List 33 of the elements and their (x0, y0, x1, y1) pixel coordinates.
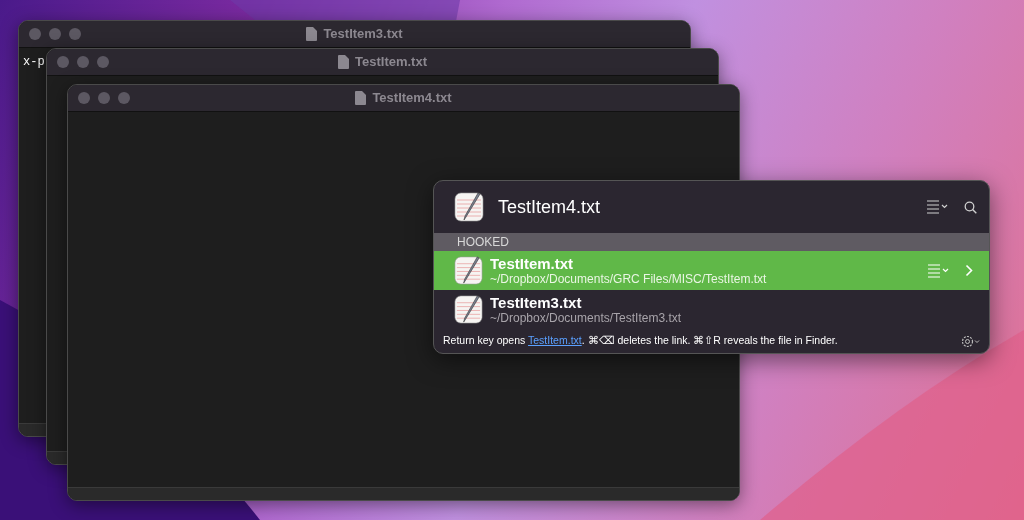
search-icon[interactable] (964, 200, 977, 214)
text-document-icon (454, 192, 484, 222)
window-title: TestItem4.txt (372, 89, 452, 108)
gear-icon[interactable] (961, 334, 981, 348)
minimize-button[interactable] (49, 28, 61, 40)
file-name: TestItem3.txt (490, 294, 583, 311)
list-menu-icon[interactable] (926, 200, 948, 214)
minimize-button[interactable] (98, 92, 110, 104)
terminal-text: x-p (22, 54, 46, 71)
document-icon (338, 55, 349, 69)
zoom-button[interactable] (97, 56, 109, 68)
popup-title: TestItem4.txt (498, 195, 602, 219)
list-menu-icon[interactable] (927, 263, 949, 278)
window-title: TestItem.txt (355, 53, 427, 72)
file-name: TestItem.txt (490, 255, 575, 272)
file-link[interactable]: TestItem.txt (528, 334, 582, 347)
chevron-right-icon[interactable] (965, 264, 973, 277)
close-button[interactable] (78, 92, 90, 104)
document-icon (355, 91, 367, 105)
file-path: ~/Dropbox/Documents/TestItem3.txt (490, 311, 683, 325)
file-path: ~/Dropbox/Documents/GRC Files/MISC/TestItem.txt (490, 272, 768, 286)
zoom-button[interactable] (118, 92, 130, 104)
close-button[interactable] (57, 56, 69, 68)
footer-hint-text: Return key opens TestItem.txt. ⌘⌫ deletes the link. ⌘⇧R reveals the file in Finder. (443, 333, 839, 349)
close-button[interactable] (29, 28, 41, 40)
text-document-icon (454, 256, 483, 285)
document-icon (306, 27, 318, 41)
zoom-button[interactable] (69, 28, 81, 40)
window-title: TestItem3.txt (323, 25, 403, 44)
minimize-button[interactable] (77, 56, 89, 68)
section-header: HOOKED (434, 233, 989, 251)
text-document-icon (454, 295, 483, 324)
file-list-item[interactable]: TestItem3.txt ~/Dropbox/Documents/TestItem3.txt (434, 290, 989, 329)
